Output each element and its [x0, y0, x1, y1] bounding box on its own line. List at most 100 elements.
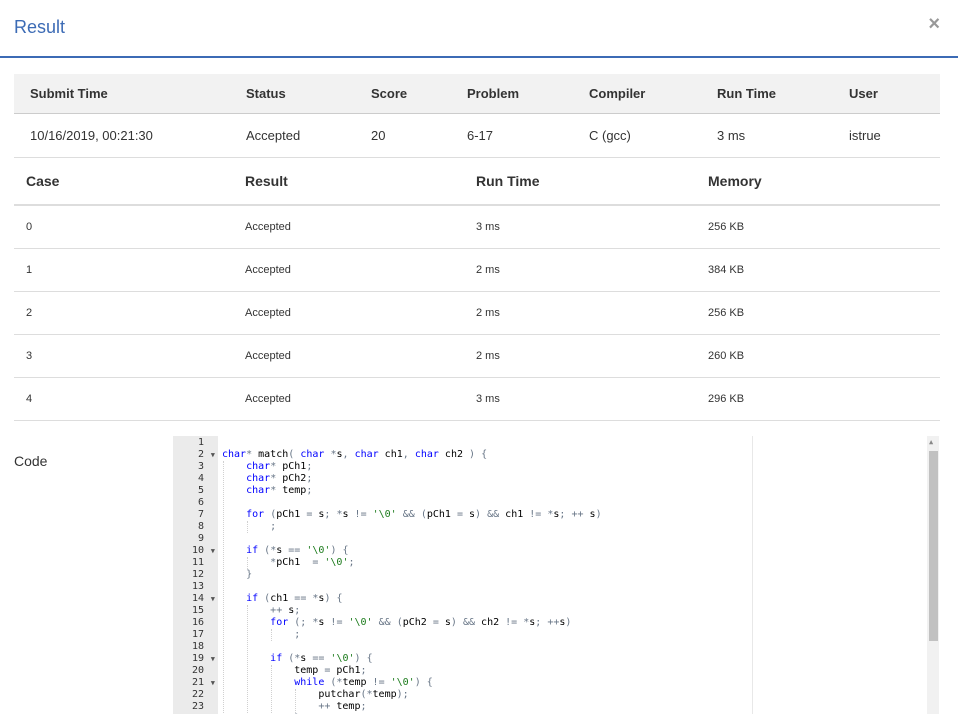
code-line: ;	[270, 521, 277, 532]
scrollbar-thumb[interactable]	[929, 451, 938, 641]
code-line: if (*s == '\0') {	[270, 653, 373, 664]
line-number: 7	[197, 509, 204, 520]
header-case: Case	[14, 158, 245, 206]
line-number: 21	[191, 677, 204, 688]
code-line: char* temp;	[246, 485, 313, 496]
line-number: 8	[197, 521, 204, 532]
case-memory: 296 KB	[708, 377, 940, 421]
line-number: 2	[197, 449, 204, 460]
line-number: 23	[191, 701, 204, 712]
header-memory: Memory	[708, 158, 940, 206]
code-label: Code	[14, 453, 48, 469]
code-line: *pCh1 = '\0';	[270, 557, 355, 568]
submission-table: Submit Time Status Score Problem Compile…	[14, 74, 940, 158]
score: 20	[371, 113, 467, 158]
code-line: for (pCh1 = s; *s != '\0' && (pCh1 = s) …	[246, 509, 602, 520]
case-result: Accepted	[245, 377, 476, 421]
line-number: 1	[197, 437, 204, 448]
case-result: Accepted	[245, 334, 476, 378]
header-result: Result	[245, 158, 476, 206]
line-number: 15	[191, 605, 204, 616]
indent-guide	[247, 605, 248, 714]
case-number: 0	[14, 205, 245, 249]
fold-toggle-icon[interactable]: ▼	[211, 653, 215, 665]
case-run-time: 3 ms	[476, 205, 708, 249]
code-line: char* match( char *s, char ch1, char ch2…	[222, 449, 488, 460]
modal-header: Result ×	[0, 0, 958, 58]
case-memory: 256 KB	[708, 291, 940, 335]
run-time: 3 ms	[717, 113, 849, 158]
line-number: 12	[191, 569, 204, 580]
header-run-time: Run Time	[717, 74, 849, 114]
indent-guide	[247, 521, 248, 533]
submission-header-row: Submit Time Status Score Problem Compile…	[14, 74, 940, 114]
code-line: char* pCh2;	[246, 473, 313, 484]
code-content[interactable]: char* match( char *s, char ch1, char ch2…	[222, 436, 927, 714]
indent-guide	[295, 689, 296, 713]
table-row: 2 Accepted 2 ms 256 KB	[14, 291, 940, 335]
case-result: Accepted	[245, 291, 476, 335]
header-user: User	[849, 74, 940, 114]
status-badge: Accepted	[246, 113, 371, 158]
line-number: 16	[191, 617, 204, 628]
case-result: Accepted	[245, 205, 476, 249]
header-score: Score	[371, 74, 467, 114]
modal-title: Result	[14, 17, 66, 37]
code-editor[interactable]: 1 2 ▼ 3 4 5 6 7 8 9 10 ▼ 11 12 13 14 ▼ 15 16 17 18 19 ▼ 20 21 ▼ 22…	[173, 436, 939, 714]
line-number: 18	[191, 641, 204, 652]
indent-guide	[271, 629, 272, 641]
case-number: 2	[14, 291, 245, 335]
line-number: 17	[191, 629, 204, 640]
line-number: 6	[197, 497, 204, 508]
indent-guide	[271, 665, 272, 714]
vertical-scrollbar[interactable]: ▲	[927, 436, 939, 714]
table-row: 3 Accepted 2 ms 260 KB	[14, 334, 940, 378]
code-line: temp = pCh1;	[222, 665, 367, 676]
submission-row: 10/16/2019, 00:21:30 Accepted 20 6-17 C …	[14, 113, 940, 158]
header-status: Status	[246, 74, 371, 114]
code-line: char* pCh1;	[246, 461, 313, 472]
table-row: 1 Accepted 2 ms 384 KB	[14, 248, 940, 292]
case-run-time: 3 ms	[476, 377, 708, 421]
case-run-time: 2 ms	[476, 248, 708, 292]
print-margin	[752, 436, 753, 714]
case-memory: 260 KB	[708, 334, 940, 378]
submit-time: 10/16/2019, 00:21:30	[14, 113, 246, 158]
case-memory: 384 KB	[708, 248, 940, 292]
code-line: if (*s == '\0') {	[246, 545, 349, 556]
cases-header-row: Case Result Run Time Memory	[14, 158, 940, 206]
line-number: 9	[197, 533, 204, 544]
case-number: 4	[14, 377, 245, 421]
indent-guide	[223, 461, 224, 714]
scroll-up-arrow-icon[interactable]: ▲	[929, 438, 933, 446]
code-line: while (*temp != '\0') {	[294, 677, 433, 688]
fold-toggle-icon[interactable]: ▼	[211, 545, 215, 557]
header-submit-time: Submit Time	[14, 74, 246, 114]
fold-toggle-icon[interactable]: ▼	[211, 449, 215, 461]
line-number-gutter: 1 2 ▼ 3 4 5 6 7 8 9 10 ▼ 11 12 13 14 ▼ 15 16 17 18 19 ▼ 20 21 ▼ 22…	[173, 436, 218, 714]
line-number: 11	[191, 557, 204, 568]
fold-toggle-icon[interactable]: ▼	[211, 677, 215, 689]
cases-table: Case Result Run Time Memory 0 Accepted 3…	[14, 158, 940, 421]
code-line: putchar(*temp);	[222, 689, 409, 700]
compiler: C (gcc)	[589, 113, 717, 158]
line-number: 13	[191, 581, 204, 592]
line-number: 22	[191, 689, 204, 700]
case-result: Accepted	[245, 248, 476, 292]
line-number: 19	[191, 653, 204, 664]
table-row: 0 Accepted 3 ms 256 KB	[14, 205, 940, 249]
case-number: 1	[14, 248, 245, 292]
code-line: }	[246, 569, 253, 580]
header-problem: Problem	[467, 74, 589, 114]
line-number: 14	[191, 593, 204, 604]
table-row: 4 Accepted 3 ms 296 KB	[14, 377, 940, 421]
case-memory: 256 KB	[708, 205, 940, 249]
code-line: if (ch1 == *s) {	[246, 593, 343, 604]
close-icon[interactable]: ×	[928, 14, 940, 34]
case-run-time: 2 ms	[476, 334, 708, 378]
fold-toggle-icon[interactable]: ▼	[211, 593, 215, 605]
header-case-run-time: Run Time	[476, 158, 708, 206]
problem-link[interactable]: 6-17	[467, 113, 589, 158]
indent-guide	[247, 557, 248, 569]
code-line: ++ s;	[270, 605, 301, 616]
